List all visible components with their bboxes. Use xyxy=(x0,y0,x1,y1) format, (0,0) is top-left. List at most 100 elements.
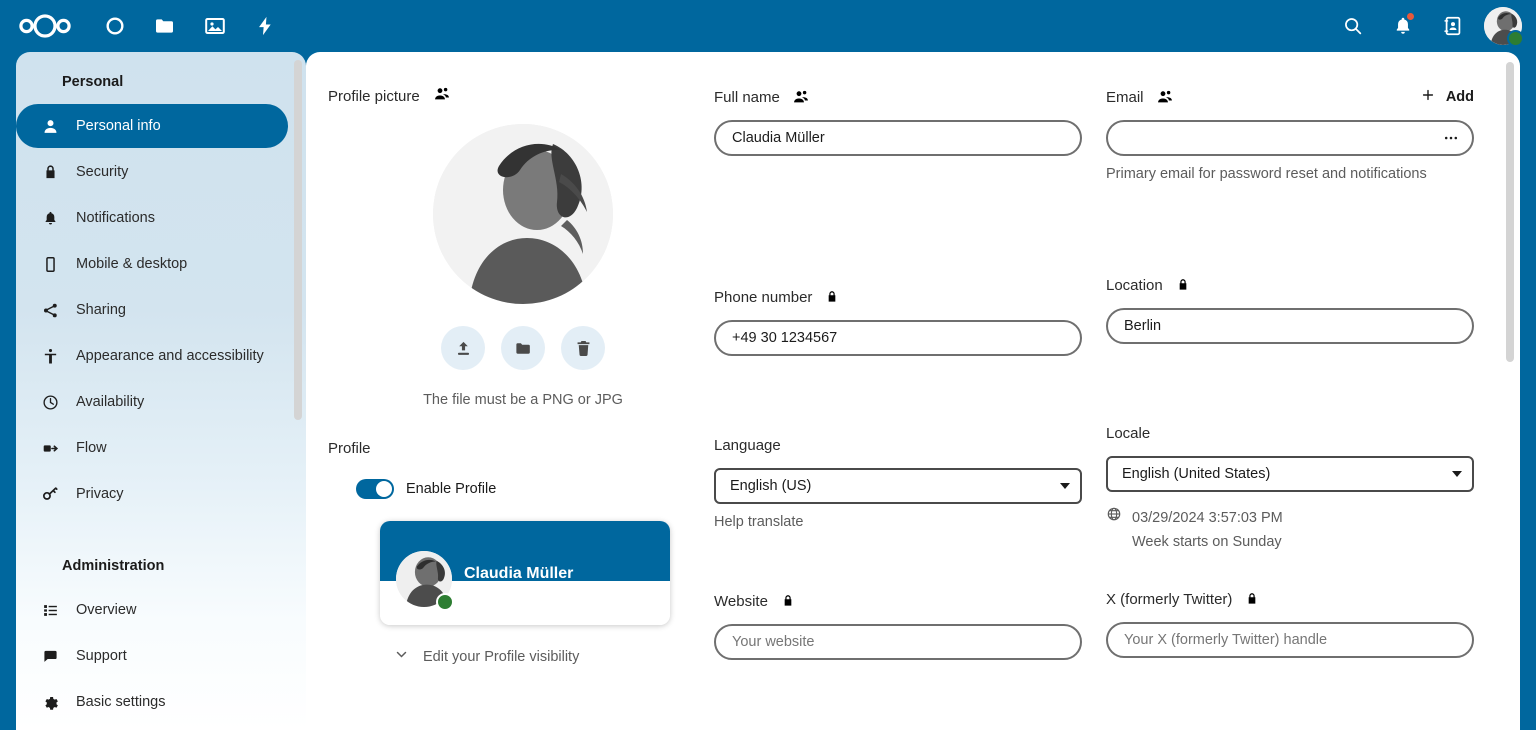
settings-content: Profile picture The file must be a PNG o… xyxy=(306,52,1520,730)
remove-picture-button[interactable] xyxy=(561,326,605,370)
profile-section: Profile Enable Profile Claudia Müller Ed… xyxy=(328,440,718,666)
upload-picture-button[interactable] xyxy=(441,326,485,370)
contacts-scope-icon[interactable] xyxy=(793,89,809,105)
sidebar-scrollbar[interactable] xyxy=(294,60,302,420)
full-name-input[interactable] xyxy=(714,120,1082,156)
sidebar-caption-administration: Administration xyxy=(62,558,165,574)
app-icon-photos[interactable] xyxy=(190,1,240,51)
locale-info: 03/29/2024 3:57:03 PM Week starts on Sun… xyxy=(1106,506,1474,554)
sidebar-item-notifications[interactable]: Notifications xyxy=(16,196,288,240)
avatar[interactable] xyxy=(1484,7,1524,47)
search-icon[interactable] xyxy=(1328,1,1378,51)
share-icon xyxy=(38,302,62,319)
field-location: Location xyxy=(1106,274,1474,344)
phone-label: Phone number xyxy=(714,288,813,306)
twitter-label-row: X (formerly Twitter) xyxy=(1106,588,1474,610)
location-label: Location xyxy=(1106,276,1163,294)
edit-profile-visibility[interactable]: Edit your Profile visibility xyxy=(394,647,718,666)
enable-profile-toggle[interactable] xyxy=(356,479,394,499)
locale-select[interactable]: English (United States) xyxy=(1106,456,1474,492)
phone-label-row: Phone number xyxy=(714,286,1082,308)
lock-scope-icon[interactable] xyxy=(781,594,795,608)
website-input[interactable] xyxy=(714,624,1082,660)
language-selected-value: English (US) xyxy=(730,478,812,494)
help-translate-link[interactable]: Help translate xyxy=(714,514,1082,530)
sidebar-item-label: Notifications xyxy=(76,210,155,226)
contacts-scope-icon[interactable] xyxy=(1157,89,1173,105)
account-icon xyxy=(38,118,62,135)
sidebar-item-personal-info[interactable]: Personal info xyxy=(16,104,288,148)
email-label: Email xyxy=(1106,88,1144,106)
sidebar-item-label: Overview xyxy=(76,602,137,618)
bell-icon xyxy=(38,210,62,227)
field-phone-number: Phone number xyxy=(714,286,1082,356)
twitter-input[interactable] xyxy=(1106,622,1474,658)
phone-input[interactable] xyxy=(714,320,1082,356)
twitter-label: X (formerly Twitter) xyxy=(1106,590,1233,608)
email-label-row: Email Add xyxy=(1106,86,1474,108)
profile-picture-image xyxy=(433,124,613,304)
header-actions xyxy=(1328,1,1524,51)
lock-scope-icon[interactable] xyxy=(825,290,839,304)
form-column-left: Full name Phone number xyxy=(714,86,1082,660)
profile-picture-title: Profile picture xyxy=(328,87,420,105)
lock-scope-icon[interactable] xyxy=(1176,278,1190,292)
dots-horizontal-icon[interactable] xyxy=(1442,129,1460,147)
contacts-scope-icon[interactable] xyxy=(434,86,450,106)
language-label: Language xyxy=(714,436,781,454)
full-name-label-row: Full name xyxy=(714,86,1082,108)
language-label-row: Language xyxy=(714,434,1082,456)
flow-icon xyxy=(38,440,62,457)
field-email: Email Add Primary email for password res… xyxy=(1106,86,1474,182)
lock-scope-icon[interactable] xyxy=(1245,592,1259,606)
content-scrollbar[interactable] xyxy=(1506,62,1514,362)
profile-section-title: Profile xyxy=(328,440,371,457)
sidebar-item-security[interactable]: Security xyxy=(16,150,288,194)
status-badge-online xyxy=(1507,30,1524,47)
lock-icon xyxy=(38,164,62,181)
enable-profile-label: Enable Profile xyxy=(406,481,497,497)
profile-preview-card[interactable]: Claudia Müller xyxy=(380,521,670,625)
email-input[interactable] xyxy=(1106,120,1474,156)
sidebar-item-label: Personal info xyxy=(76,118,161,134)
toggle-knob xyxy=(376,481,392,497)
comment-icon xyxy=(38,648,62,665)
full-name-label: Full name xyxy=(714,88,780,106)
sidebar-item-appearance[interactable]: Appearance and accessibility xyxy=(16,334,288,378)
nextcloud-logo[interactable] xyxy=(18,13,76,39)
bell-icon[interactable] xyxy=(1378,1,1428,51)
sidebar-item-label: Availability xyxy=(76,394,145,410)
language-select[interactable]: English (US) xyxy=(714,468,1082,504)
sidebar-item-overview[interactable]: Overview xyxy=(16,588,288,632)
sidebar-item-privacy[interactable]: Privacy xyxy=(16,472,288,516)
field-language: Language English (US) Help translate xyxy=(714,434,1082,530)
locale-label: Locale xyxy=(1106,424,1151,442)
add-email-button[interactable]: Add xyxy=(1420,87,1474,107)
email-helper-text: Primary email for password reset and not… xyxy=(1106,166,1427,182)
sidebar-item-label: Sharing xyxy=(76,302,126,318)
key-icon xyxy=(38,486,62,503)
contacts-icon[interactable] xyxy=(1428,1,1478,51)
list-icon xyxy=(38,602,62,619)
form-column-right: Email Add Primary email for password res… xyxy=(1106,86,1474,658)
app-icon-dashboard[interactable] xyxy=(90,1,140,51)
location-input[interactable] xyxy=(1106,308,1474,344)
sidebar-item-mobile-desktop[interactable]: Mobile & desktop xyxy=(16,242,288,286)
app-icon-activity[interactable] xyxy=(240,1,290,51)
choose-from-files-button[interactable] xyxy=(501,326,545,370)
sidebar-item-basic-settings[interactable]: Basic settings xyxy=(16,680,288,724)
sidebar-item-label: Mobile & desktop xyxy=(76,256,188,272)
app-icon-files[interactable] xyxy=(140,1,190,51)
locale-datetime: 03/29/2024 3:57:03 PM xyxy=(1132,510,1283,526)
enable-profile-row: Enable Profile xyxy=(356,479,718,499)
sidebar-item-availability[interactable]: Availability xyxy=(16,380,288,424)
sidebar-item-label: Basic settings xyxy=(76,694,166,710)
profile-card-status-online xyxy=(436,593,454,611)
accessibility-icon xyxy=(38,348,62,365)
sidebar-item-support[interactable]: Support xyxy=(16,634,288,678)
field-twitter: X (formerly Twitter) xyxy=(1106,588,1474,658)
sidebar-item-sharing[interactable]: Sharing xyxy=(16,288,288,332)
sidebar-item-label: Privacy xyxy=(76,486,124,502)
sidebar-item-label: Security xyxy=(76,164,129,180)
sidebar-item-flow[interactable]: Flow xyxy=(16,426,288,470)
